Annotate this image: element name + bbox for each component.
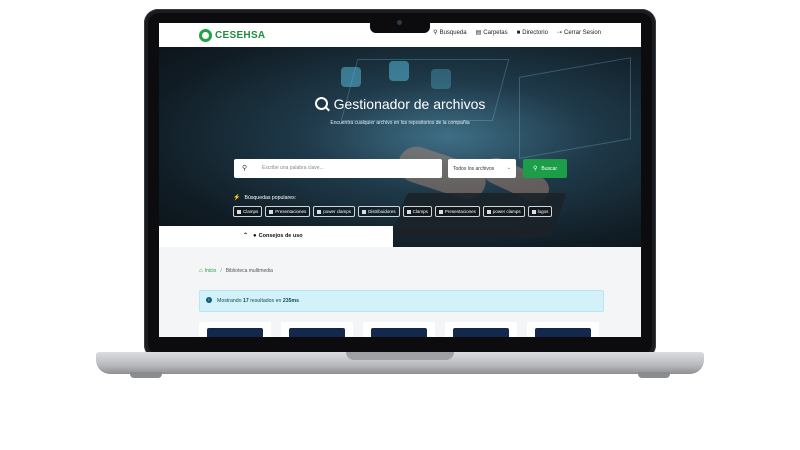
result-card[interactable]: [363, 322, 435, 337]
nav-item-label: Directorio: [522, 29, 548, 36]
popular-chip[interactable]: Clamps: [402, 206, 432, 217]
result-card[interactable]: [527, 322, 599, 337]
laptop-mockup: CESEHSA ⚲ Busqueda ▤ Carpetas ■ Director…: [0, 0, 800, 450]
popular-chip[interactable]: power clamps: [482, 206, 525, 217]
tips-label: Consejos de uso: [258, 232, 303, 239]
logout-icon: ⇢: [556, 30, 562, 36]
search-icon: ⚲: [433, 30, 438, 36]
chip-label: Clamps: [412, 209, 428, 214]
info-icon: i: [206, 297, 212, 303]
chip-label: Clamps: [243, 209, 259, 214]
chip-label: Distribuidores: [368, 209, 396, 214]
results-text: Mostrando 17 resultados en 235ms: [217, 298, 299, 304]
tips-tab[interactable]: ⌃ ● Consejos de uso: [159, 226, 393, 247]
hero-decor-tile: [431, 69, 451, 89]
app-screen: CESEHSA ⚲ Busqueda ▤ Carpetas ■ Director…: [159, 23, 641, 337]
laptop-foot-left: [130, 372, 162, 378]
breadcrumb-separator: /: [220, 268, 222, 274]
file-icon: [269, 209, 274, 214]
result-card-thumbnail: [535, 328, 591, 337]
breadcrumb: ⌂ Inicio / Biblioteca multimedia: [199, 268, 273, 274]
nav-item-label: Cerrar Sesion: [563, 29, 601, 36]
breadcrumb-home[interactable]: Inicio: [205, 268, 217, 274]
hero-decor-tile: [389, 61, 409, 81]
file-type-select[interactable]: Todos los archivos ⌄: [448, 159, 516, 178]
image-icon: [486, 209, 491, 214]
results-middle: resultados en: [250, 298, 282, 304]
search-icon: ⚲: [533, 166, 538, 172]
popular-chip[interactable]: Presentaciones: [434, 206, 480, 217]
image-icon: [406, 209, 411, 214]
page-subtitle: Encuentra cualquier archivo en los repos…: [330, 120, 470, 126]
laptop-foot-right: [638, 372, 670, 378]
search-placeholder: Escribe una palabra clave...: [262, 165, 324, 171]
image-icon: [237, 209, 241, 214]
address-book-icon: ■: [516, 29, 521, 36]
popular-chip[interactable]: power clamps: [313, 206, 356, 217]
chip-label: power clamps: [323, 209, 352, 214]
search-button[interactable]: ⚲ Buscar: [523, 159, 567, 178]
results-prefix: Mostrando: [217, 298, 242, 304]
tips-toggle[interactable]: ⌃ ● Consejos de uso: [243, 232, 303, 240]
logo-text: CESEHSA: [215, 29, 266, 41]
popular-chips: Clamps Presentaciones power clamps Distr…: [233, 206, 553, 217]
lightbulb-icon: ●: [253, 232, 257, 239]
brand-logo[interactable]: CESEHSA: [199, 28, 265, 42]
folder-icon: ▤: [475, 30, 482, 36]
search-button-label: Buscar: [541, 165, 557, 172]
breadcrumb-current: Biblioteca multimedia: [225, 268, 273, 274]
popular-searches-label: ⚡ Búsquedas populares:: [233, 194, 297, 202]
logo-gear-icon: [199, 28, 212, 42]
nav-item-directorio[interactable]: ■ Directorio: [517, 29, 548, 36]
hero-decor-tile: [341, 67, 361, 87]
chevron-up-icon: ⌃: [243, 233, 249, 239]
laptop-base-notch: [346, 352, 454, 360]
result-card[interactable]: [445, 322, 517, 337]
image-icon: [317, 209, 322, 214]
chip-label: power clamps: [492, 209, 521, 214]
chip-label: Presentaciones: [444, 209, 476, 214]
hero-banner: Gestionador de archivos Encuentra cualqu…: [159, 47, 641, 247]
popular-chip[interactable]: Presentaciones: [265, 206, 311, 217]
chevron-down-icon: ⌄: [506, 165, 511, 171]
nav-item-busqueda[interactable]: ⚲ Busqueda: [433, 29, 467, 37]
nav-item-carpetas[interactable]: ▤ Carpetas: [475, 29, 508, 37]
search-input[interactable]: ⚲ Escribe una palabra clave...: [234, 159, 442, 178]
popular-chip[interactable]: Distribuidores: [358, 206, 400, 217]
main-content: ⌂ Inicio / Biblioteca multimedia i Mostr…: [159, 247, 641, 337]
search-icon: ⚲: [242, 165, 248, 172]
search-icon: [314, 97, 328, 110]
file-type-value: Todos los archivos: [453, 166, 495, 172]
results-alert: i Mostrando 17 resultados en 235ms: [199, 290, 604, 312]
result-card[interactable]: [281, 322, 353, 337]
chip-label: logos: [537, 209, 549, 214]
home-icon: ⌂: [199, 268, 203, 274]
camera-icon: [397, 20, 402, 25]
nav-item-label: Carpetas: [483, 29, 508, 36]
chip-label: Presentaciones: [275, 209, 307, 214]
bolt-icon: ⚡: [233, 195, 241, 201]
page-title: Gestionador de archivos: [159, 96, 641, 112]
page-title-text: Gestionador de archivos: [333, 96, 486, 112]
nav-item-cerrar-sesion[interactable]: ⇢ Cerrar Sesion: [556, 29, 601, 37]
result-card-thumbnail: [371, 328, 427, 337]
popular-chip[interactable]: Clamps: [233, 206, 263, 217]
result-card[interactable]: [199, 322, 271, 337]
nav-item-label: Busqueda: [439, 29, 467, 36]
popular-label-text: Búsquedas populares:: [244, 194, 297, 201]
popular-chip[interactable]: logos: [527, 206, 553, 217]
nav-menu: ⚲ Busqueda ▤ Carpetas ■ Directorio ⇢ Cer…: [433, 29, 601, 37]
file-icon: [438, 209, 443, 214]
result-card-thumbnail: [453, 328, 509, 337]
results-count: 17: [242, 298, 249, 304]
result-card-thumbnail: [289, 328, 345, 337]
result-card-thumbnail: [207, 328, 263, 337]
image-icon: [531, 209, 536, 214]
file-icon: [362, 209, 367, 214]
results-time: 235ms: [282, 298, 299, 304]
